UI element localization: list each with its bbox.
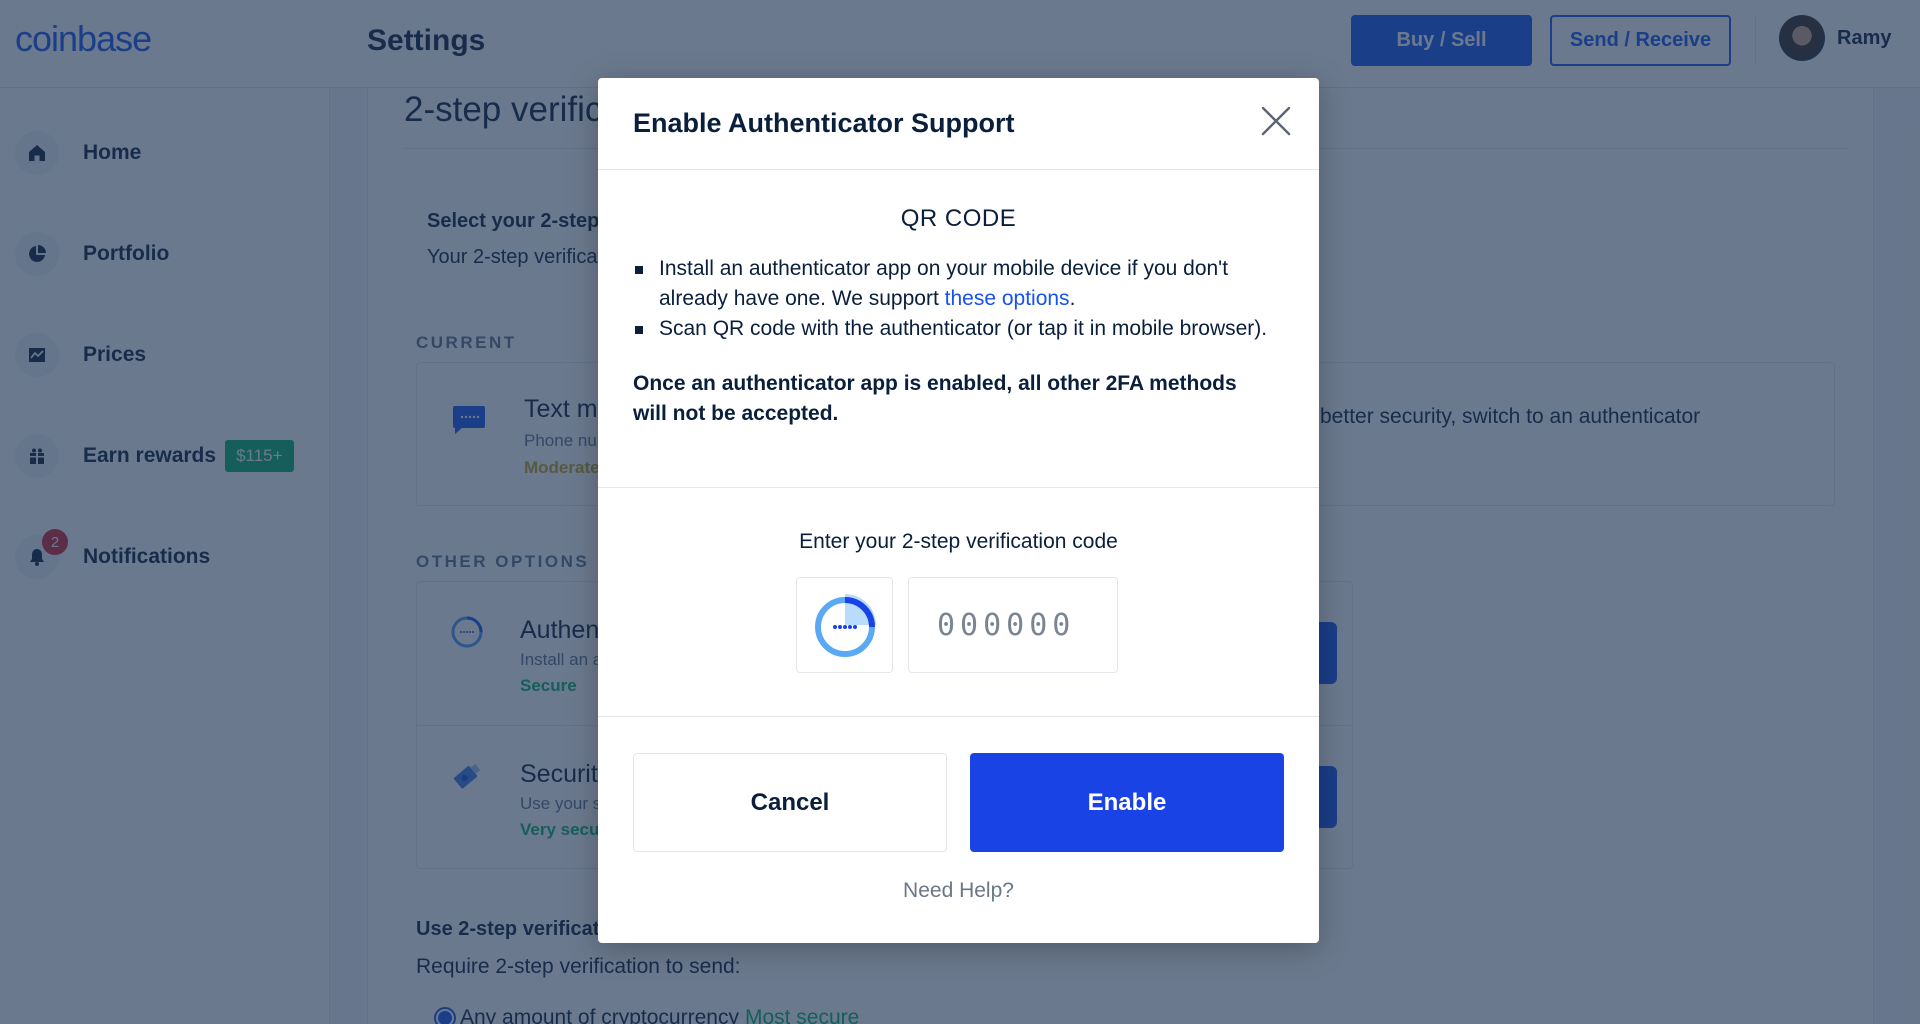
code-label: Enter your 2-step verification code xyxy=(799,530,1118,553)
authenticator-timer-icon xyxy=(814,594,876,657)
instruction-text: Install an authenticator app on your mob… xyxy=(659,257,1229,310)
close-icon[interactable] xyxy=(1259,104,1293,138)
modal-header: Enable Authenticator Support xyxy=(598,78,1319,170)
need-help-link[interactable]: Need Help? xyxy=(598,879,1319,903)
enable-authenticator-modal: Enable Authenticator Support QR CODE Ins… xyxy=(598,78,1319,943)
authenticator-warning: Once an authenticator app is enabled, al… xyxy=(633,372,1237,425)
divider xyxy=(598,716,1319,717)
instruction-item: Install an authenticator app on your mob… xyxy=(633,254,1293,314)
cancel-button[interactable]: Cancel xyxy=(633,753,947,852)
instruction-item: Scan QR code with the authenticator (or … xyxy=(633,314,1293,344)
verification-code-input[interactable] xyxy=(908,577,1118,673)
supported-apps-link[interactable]: these options xyxy=(945,287,1070,310)
modal-title: Enable Authenticator Support xyxy=(633,108,1015,138)
qr-code-label: QR CODE xyxy=(900,205,1017,232)
instruction-text: . xyxy=(1069,287,1076,310)
code-timer xyxy=(796,577,893,673)
divider xyxy=(598,487,1319,488)
enable-button[interactable]: Enable xyxy=(970,753,1284,852)
instructions-list: Install an authenticator app on your mob… xyxy=(633,254,1293,344)
